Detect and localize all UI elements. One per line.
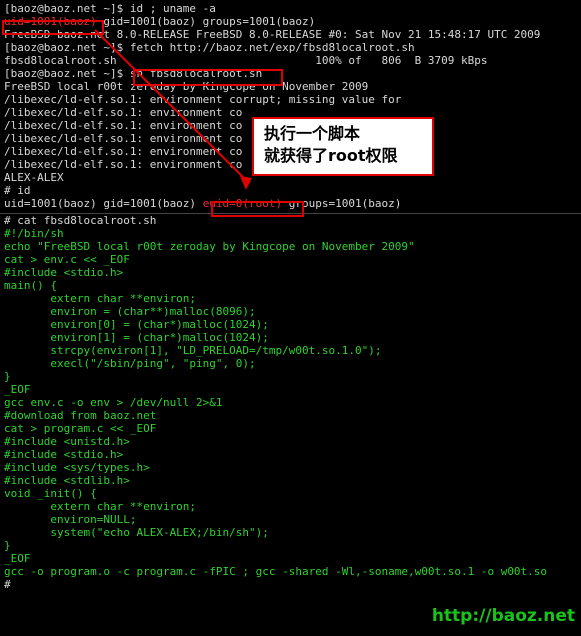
- callout-line-2: 就获得了root权限: [264, 146, 398, 165]
- arrow-icon: [94, 29, 252, 190]
- annotation-callout: 执行一个脚本 就获得了root权限: [252, 117, 434, 176]
- callout-line-1: 执行一个脚本: [264, 124, 361, 143]
- site-watermark: http://baoz.net: [431, 606, 575, 626]
- terminal-window[interactable]: [baoz@baoz.net ~]$ id ; uname -a uid=1001…: [0, 0, 581, 636]
